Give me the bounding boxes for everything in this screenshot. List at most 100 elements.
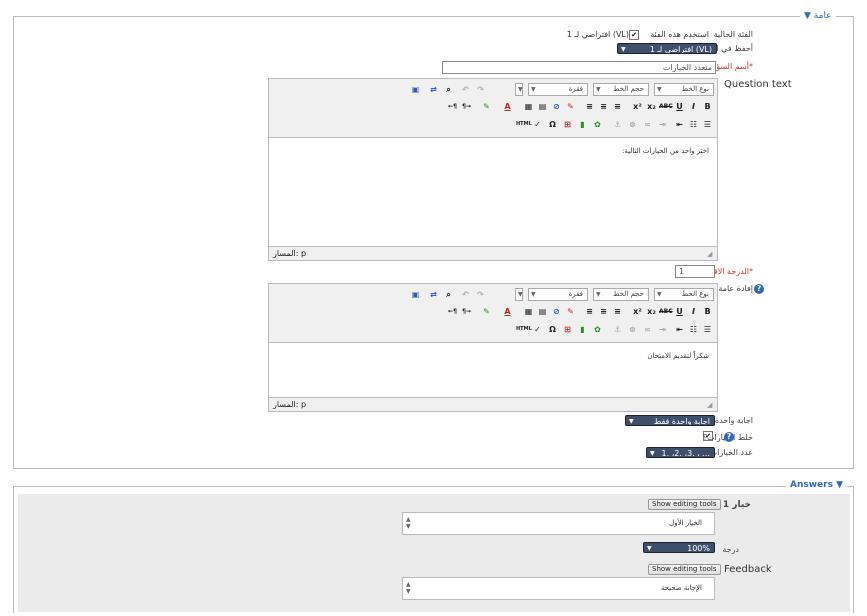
superscript-icon[interactable]: x² xyxy=(631,305,644,318)
strikethrough-icon[interactable]: ABC xyxy=(659,100,673,113)
align-right-icon[interactable]: ≡ xyxy=(611,305,624,318)
align-left-icon[interactable]: ≡ xyxy=(583,100,596,113)
numbering-select[interactable]: ▼ 1. ،2. ،3. ، ... xyxy=(646,447,715,458)
bulleted-list-icon[interactable]: ☰ xyxy=(701,323,714,336)
font-family-value: نوع الخط xyxy=(681,290,709,298)
paste-text-icon[interactable]: ▦ xyxy=(522,100,535,113)
find-icon[interactable]: ⌕ xyxy=(442,83,455,96)
html-icon[interactable]: HTML xyxy=(516,118,532,131)
media-icon[interactable]: ▮ xyxy=(576,323,589,336)
style-select[interactable]: ▼ xyxy=(515,288,523,301)
spellcheck-icon[interactable]: ✓ xyxy=(531,323,544,336)
show-editing-tools-button-2[interactable]: Show editing tools xyxy=(648,564,721,575)
table-icon[interactable]: ⊞ xyxy=(561,323,574,336)
image-icon[interactable]: ✿ xyxy=(591,118,604,131)
bold-icon[interactable]: B xyxy=(701,100,714,113)
font-size-select[interactable]: ▼ حجم الخط xyxy=(593,83,649,96)
subscript-icon[interactable]: x₂ xyxy=(645,305,658,318)
help-icon[interactable]: ? xyxy=(724,432,734,442)
paste-word-icon[interactable]: ▤ xyxy=(536,100,549,113)
ltr-icon[interactable]: ¶→ xyxy=(460,100,473,113)
paste-word-icon[interactable]: ▤ xyxy=(536,305,549,318)
underline-icon[interactable]: U xyxy=(673,305,686,318)
default-mark-input[interactable]: 1 xyxy=(675,265,715,278)
replace-icon[interactable]: ⇄ xyxy=(427,288,440,301)
rtl-icon[interactable]: ←¶ xyxy=(446,305,459,318)
choice1-textarea[interactable]: ▲ ▼ الخيار الأول xyxy=(402,512,715,535)
anchor-icon[interactable]: ⚓ xyxy=(611,118,624,131)
align-center-icon[interactable]: ≡ xyxy=(597,100,610,113)
font-color-icon[interactable]: A xyxy=(501,305,514,318)
save-in-category-select[interactable]: ▼ افتراضي لـ 1 (VL) xyxy=(617,43,717,54)
paragraph-select[interactable]: ▼ فقرة xyxy=(528,288,588,301)
general-legend[interactable]: ▼ عامة xyxy=(800,11,836,21)
font-family-select[interactable]: ▼ نوع الخط xyxy=(654,288,714,301)
align-right-icon[interactable]: ≡ xyxy=(611,100,624,113)
use-category-checkbox[interactable]: ✔ xyxy=(629,30,639,40)
font-size-select[interactable]: ▼ حجم الخط xyxy=(593,288,649,301)
media-icon[interactable]: ▮ xyxy=(576,118,589,131)
clean-icon[interactable]: ✎ xyxy=(564,305,577,318)
italic-icon[interactable]: I xyxy=(687,100,700,113)
remove-format-icon[interactable]: ⊘ xyxy=(550,305,563,318)
outdent-icon[interactable]: ⇤ xyxy=(673,323,686,336)
undo-icon[interactable]: ↶ xyxy=(459,83,472,96)
replace-icon[interactable]: ⇄ xyxy=(427,83,440,96)
feedback-textarea[interactable]: ▲ ▼ الإجابة صحيحة xyxy=(402,577,715,600)
general-feedback-area[interactable]: شكراً لتقديم الامتحان xyxy=(269,342,717,398)
grade-select[interactable]: ▼ 100% xyxy=(643,542,715,553)
undo-icon[interactable]: ↶ xyxy=(459,288,472,301)
image-icon[interactable]: ✿ xyxy=(591,323,604,336)
indent-icon[interactable]: ⇥ xyxy=(656,118,669,131)
help-icon[interactable]: ? xyxy=(754,284,764,294)
style-select[interactable]: ▼ xyxy=(515,83,523,96)
clean-icon[interactable]: ✎ xyxy=(564,100,577,113)
subscript-icon[interactable]: x₂ xyxy=(645,100,658,113)
rtl-icon[interactable]: ←¶ xyxy=(446,100,459,113)
font-color-icon[interactable]: A xyxy=(501,100,514,113)
question-text-area[interactable]: اختر واحد من الخيارات التالية: xyxy=(269,137,717,247)
paste-text-icon[interactable]: ▦ xyxy=(522,305,535,318)
ltr-icon[interactable]: ¶→ xyxy=(460,305,473,318)
unlink-icon[interactable]: ⊗ xyxy=(626,118,639,131)
answers-legend[interactable]: Answers ▼ xyxy=(786,480,847,490)
spellcheck-icon[interactable]: ✓ xyxy=(531,118,544,131)
numbered-list-icon[interactable]: ☷ xyxy=(687,118,700,131)
show-editing-tools-button-1[interactable]: Show editing tools xyxy=(648,499,721,510)
background-color-icon[interactable]: ✎ xyxy=(480,305,493,318)
underline-icon[interactable]: U xyxy=(673,100,686,113)
fullscreen-icon[interactable]: ▣ xyxy=(409,83,422,96)
resize-grip-icon[interactable]: ◢ xyxy=(707,401,715,409)
redo-icon[interactable]: ↷ xyxy=(474,83,487,96)
remove-format-icon[interactable]: ⊘ xyxy=(550,100,563,113)
numbered-list-icon[interactable]: ☷ xyxy=(687,323,700,336)
fullscreen-icon[interactable]: ▣ xyxy=(409,288,422,301)
align-left-icon[interactable]: ≡ xyxy=(583,305,596,318)
dropdown-arrow-icon: ▼ xyxy=(629,418,634,425)
link-icon[interactable]: ∞ xyxy=(641,323,654,336)
link-icon[interactable]: ∞ xyxy=(641,118,654,131)
bulleted-list-icon[interactable]: ☰ xyxy=(701,118,714,131)
bold-icon[interactable]: B xyxy=(701,305,714,318)
question-name-input[interactable]: متعدد الخيارات xyxy=(442,61,716,74)
table-icon[interactable]: ⊞ xyxy=(561,118,574,131)
dropdown-arrow-icon: ▼ xyxy=(647,545,652,552)
resize-grip-icon[interactable]: ◢ xyxy=(707,250,715,258)
strikethrough-icon[interactable]: ABC xyxy=(659,305,673,318)
special-char-icon[interactable]: Ω xyxy=(546,118,559,131)
italic-icon[interactable]: I xyxy=(687,305,700,318)
anchor-icon[interactable]: ⚓ xyxy=(611,323,624,336)
align-center-icon[interactable]: ≡ xyxy=(597,305,610,318)
outdent-icon[interactable]: ⇤ xyxy=(673,118,686,131)
one-or-multiple-select[interactable]: ▼ اجابة واحدة فقط xyxy=(625,415,715,426)
html-icon[interactable]: HTML xyxy=(516,323,532,336)
find-icon[interactable]: ⌕ xyxy=(442,288,455,301)
special-char-icon[interactable]: Ω xyxy=(546,323,559,336)
font-family-select[interactable]: ▼ نوع الخط xyxy=(654,83,714,96)
indent-icon[interactable]: ⇥ xyxy=(656,323,669,336)
paragraph-select[interactable]: ▼ فقرة xyxy=(528,83,588,96)
unlink-icon[interactable]: ⊗ xyxy=(626,323,639,336)
superscript-icon[interactable]: x² xyxy=(631,100,644,113)
redo-icon[interactable]: ↷ xyxy=(474,288,487,301)
background-color-icon[interactable]: ✎ xyxy=(480,100,493,113)
